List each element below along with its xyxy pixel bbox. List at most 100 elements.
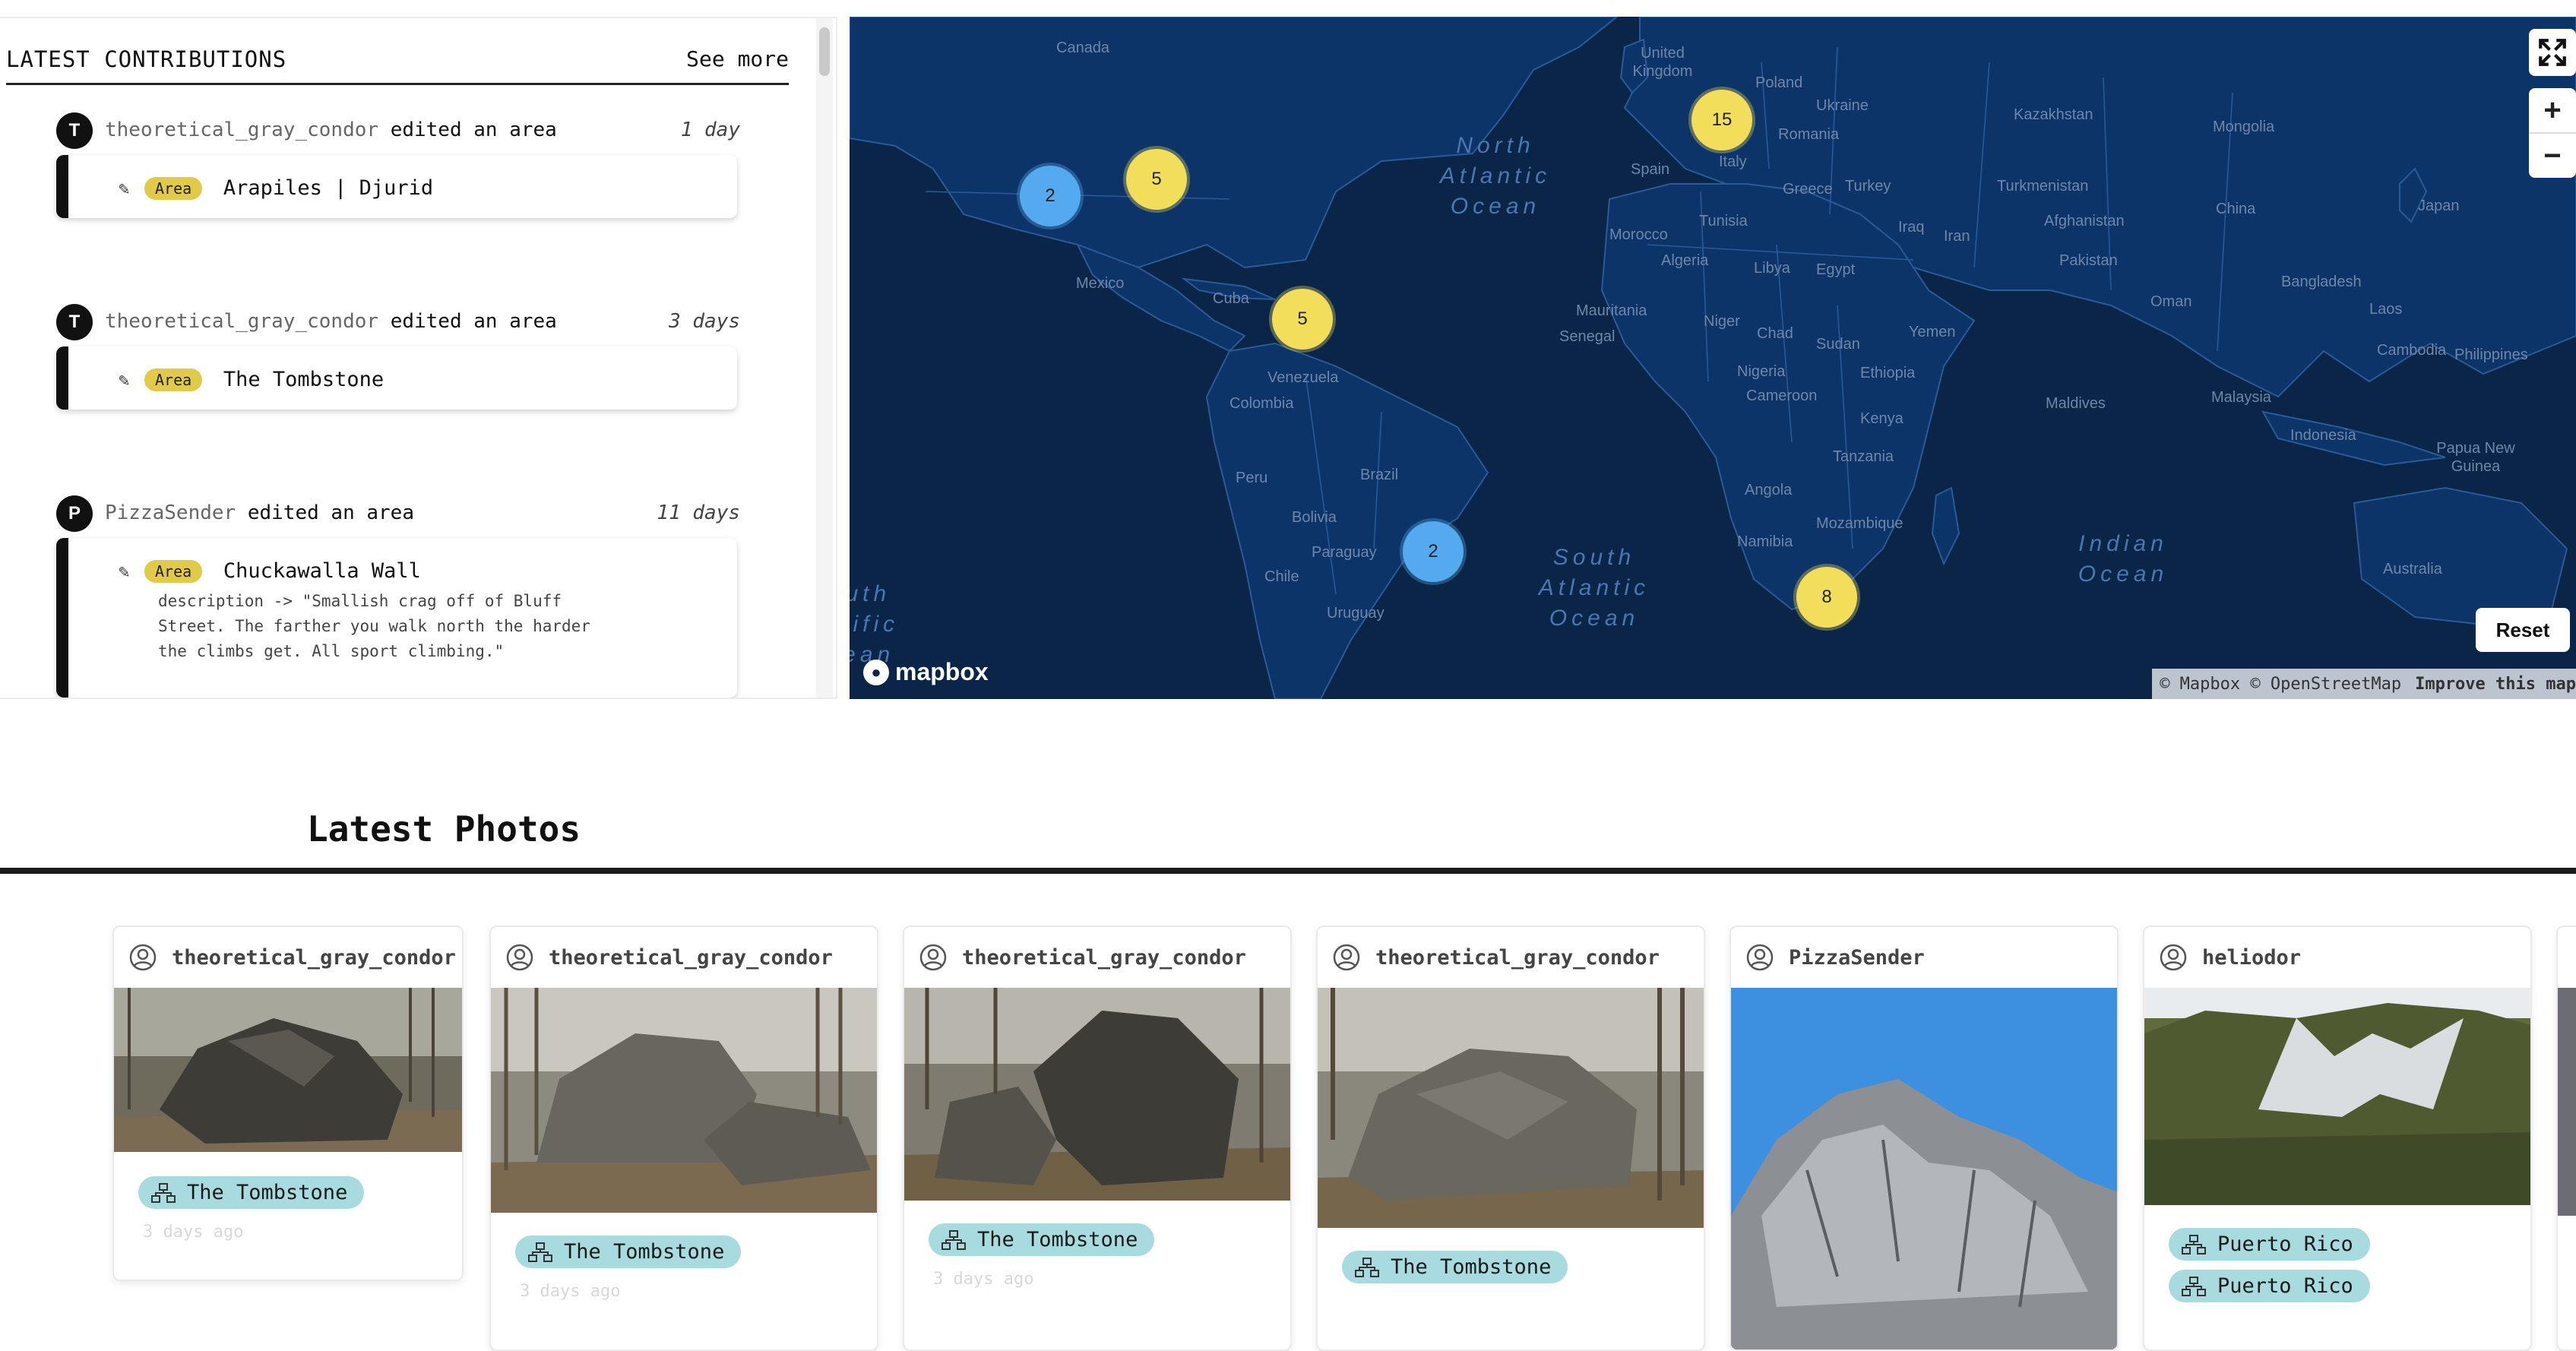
photo-author[interactable]: theoretical_gray_condor [114, 927, 462, 988]
map-label-country: Oman [2150, 293, 2192, 310]
contribution-item: T theoretical_gray_condor edited an area… [56, 109, 740, 218]
contribution-card[interactable]: ✎ Area The Tombstone [56, 346, 737, 410]
photo-tag[interactable]: Puerto Rico [2169, 1270, 2370, 1302]
scrollbar-track[interactable] [816, 18, 833, 698]
map-label-country: Libya [1754, 260, 1790, 277]
photo-author[interactable]: theoretical_gray_condor [491, 927, 877, 988]
map-label-country: Tanzania [1833, 448, 1894, 465]
latest-contributions-panel: LATEST CONTRIBUTIONS See more T theoreti… [0, 17, 837, 699]
photo-boulder[interactable] [491, 988, 878, 1213]
photo-tag[interactable]: The Tombstone [138, 1176, 365, 1209]
scrollbar-thumb[interactable] [819, 27, 830, 76]
world-map[interactable]: Canada United Kingdom Poland Ukraine Kaz… [850, 17, 2576, 699]
map-cluster-marker[interactable]: 5 [1126, 149, 1187, 210]
zoom-out-button[interactable]: − [2529, 134, 2576, 178]
photo-hillside[interactable] [2144, 988, 2532, 1205]
map-label-country: Iran [1944, 228, 1970, 245]
contribution-age: 1 day [680, 119, 740, 141]
contribution-card[interactable]: ✎ Area Arapiles | Djurid [56, 155, 737, 218]
map-label-ocean: South Pacific Ocean [850, 581, 900, 667]
mapbox-logo-text: mapbox [895, 658, 989, 685]
photo-author[interactable]: theoretical_gray_condor [904, 927, 1290, 988]
map-label-country: Algeria [1661, 252, 1709, 269]
contribution-card[interactable]: ✎ Area Chuckawalla Wall description -> "… [56, 538, 737, 698]
fullscreen-button[interactable] [2529, 29, 2576, 76]
author-link[interactable]: theoretical_gray_condor [105, 310, 378, 333]
photo-card[interactable]: theoretical_gray_condor The Tombstone [1316, 925, 1705, 1351]
photo-tag[interactable]: Puerto Rico [2169, 1228, 2370, 1261]
photo-timestamp: 3 days ago [933, 1270, 1034, 1289]
map-cluster-marker[interactable]: 15 [1691, 90, 1752, 150]
photo-card[interactable]: heliodor Puerto Rico Puerto Rico [2143, 925, 2532, 1351]
area-name-link[interactable]: The Tombstone [223, 368, 384, 391]
zoom-in-button[interactable]: + [2529, 88, 2576, 134]
photo-boulder[interactable] [114, 988, 464, 1152]
photo-tag-label: The Tombstone [977, 1228, 1138, 1251]
photo-card-partial[interactable] [2556, 925, 2576, 1351]
map-label-country: Sudan [1816, 336, 1860, 353]
user-icon [919, 944, 947, 971]
map-label-country: Japan [2418, 198, 2460, 214]
avatar[interactable]: T [56, 112, 93, 149]
photo-card[interactable]: theoretical_gray_condor The Tombstone 3 … [112, 925, 464, 1281]
photo-author-name: theoretical_gray_condor [549, 945, 833, 970]
map-label-country: Australia [2383, 561, 2442, 577]
map-label-country: Yemen [1909, 324, 1956, 340]
map-cluster-marker[interactable]: 2 [1403, 521, 1464, 582]
area-hierarchy-icon [941, 1229, 966, 1250]
map-label-country: Ukraine [1816, 97, 1869, 114]
contribution-item: T theoretical_gray_condor edited an area… [56, 301, 740, 410]
map-label-country: United Kingdom [1632, 45, 1693, 80]
photo-author[interactable]: heliodor [2144, 927, 2530, 988]
photo-card[interactable]: theoretical_gray_condor The Tombstone 3 … [903, 925, 1292, 1351]
map-label-country: Chad [1757, 325, 1793, 342]
attribution-text[interactable]: © Mapbox © OpenStreetMap [2160, 675, 2401, 694]
map-label-country: Iraq [1898, 219, 1925, 236]
avatar[interactable]: P [56, 495, 93, 532]
map-label-country: Pakistan [2059, 252, 2118, 269]
map-label-country: China [2216, 201, 2256, 217]
map-label-country: Maldives [2046, 395, 2106, 412]
photo-tag[interactable]: The Tombstone [1342, 1251, 1568, 1283]
map-label-country: Cuba [1213, 290, 1249, 307]
see-more-link[interactable]: See more [686, 46, 789, 71]
area-hierarchy-icon [2182, 1234, 2206, 1254]
photo-author[interactable]: theoretical_gray_condor [1318, 927, 1704, 988]
map-label-country: Malaysia [2211, 389, 2271, 406]
photo-timestamp: 3 days ago [143, 1223, 244, 1242]
photo-boulder[interactable] [904, 988, 1292, 1201]
area-name-link[interactable]: Chuckawalla Wall [223, 559, 421, 583]
area-name-link[interactable]: Arapiles | Djurid [223, 176, 433, 200]
area-hierarchy-icon [1355, 1257, 1379, 1277]
map-label-country: Chile [1264, 568, 1299, 585]
area-badge: Area [144, 176, 203, 200]
mapbox-logo[interactable]: ● mapbox [863, 658, 989, 686]
map-cluster-marker[interactable]: 5 [1272, 289, 1333, 350]
contribution-action: edited an area [390, 310, 557, 333]
improve-map-link[interactable]: Improve this map [2415, 675, 2576, 694]
photo-card[interactable]: PizzaSender [1729, 925, 2119, 1351]
photo-tag[interactable]: The Tombstone [929, 1223, 1155, 1256]
photo-tag-label: The Tombstone [187, 1181, 348, 1204]
map-cluster-marker[interactable]: 8 [1796, 567, 1857, 628]
photo-tag[interactable]: The Tombstone [515, 1236, 742, 1268]
author-link[interactable]: theoretical_gray_condor [105, 119, 378, 141]
contribution-item: P PizzaSender edited an area 11 days ✎ A… [56, 492, 740, 698]
map-attribution: © Mapbox © OpenStreetMap Improve this ma… [2152, 669, 2576, 699]
photo-boulder[interactable] [1318, 988, 1705, 1228]
photo-author[interactable]: PizzaSender [1731, 927, 2117, 988]
photo-tag-label: The Tombstone [1391, 1255, 1552, 1279]
map-label-country: Afghanistan [2044, 213, 2125, 229]
map-label-country: Cambodia [2377, 342, 2447, 359]
photo-card[interactable]: theoretical_gray_condor The Tombstone 3 … [489, 925, 878, 1351]
author-link[interactable]: PizzaSender [105, 501, 236, 524]
area-badge: Area [144, 368, 203, 391]
avatar[interactable]: T [56, 304, 93, 340]
map-label-country: Brazil [1360, 467, 1399, 483]
map-cluster-marker[interactable]: 2 [1020, 166, 1081, 226]
map-label-country: Mongolia [2213, 119, 2275, 135]
reset-map-button[interactable]: Reset [2476, 608, 2570, 652]
photo-author-name: theoretical_gray_condor [1375, 945, 1660, 970]
contribution-author: PizzaSender edited an area [105, 501, 414, 524]
photo-cliff[interactable] [1731, 988, 2119, 1351]
